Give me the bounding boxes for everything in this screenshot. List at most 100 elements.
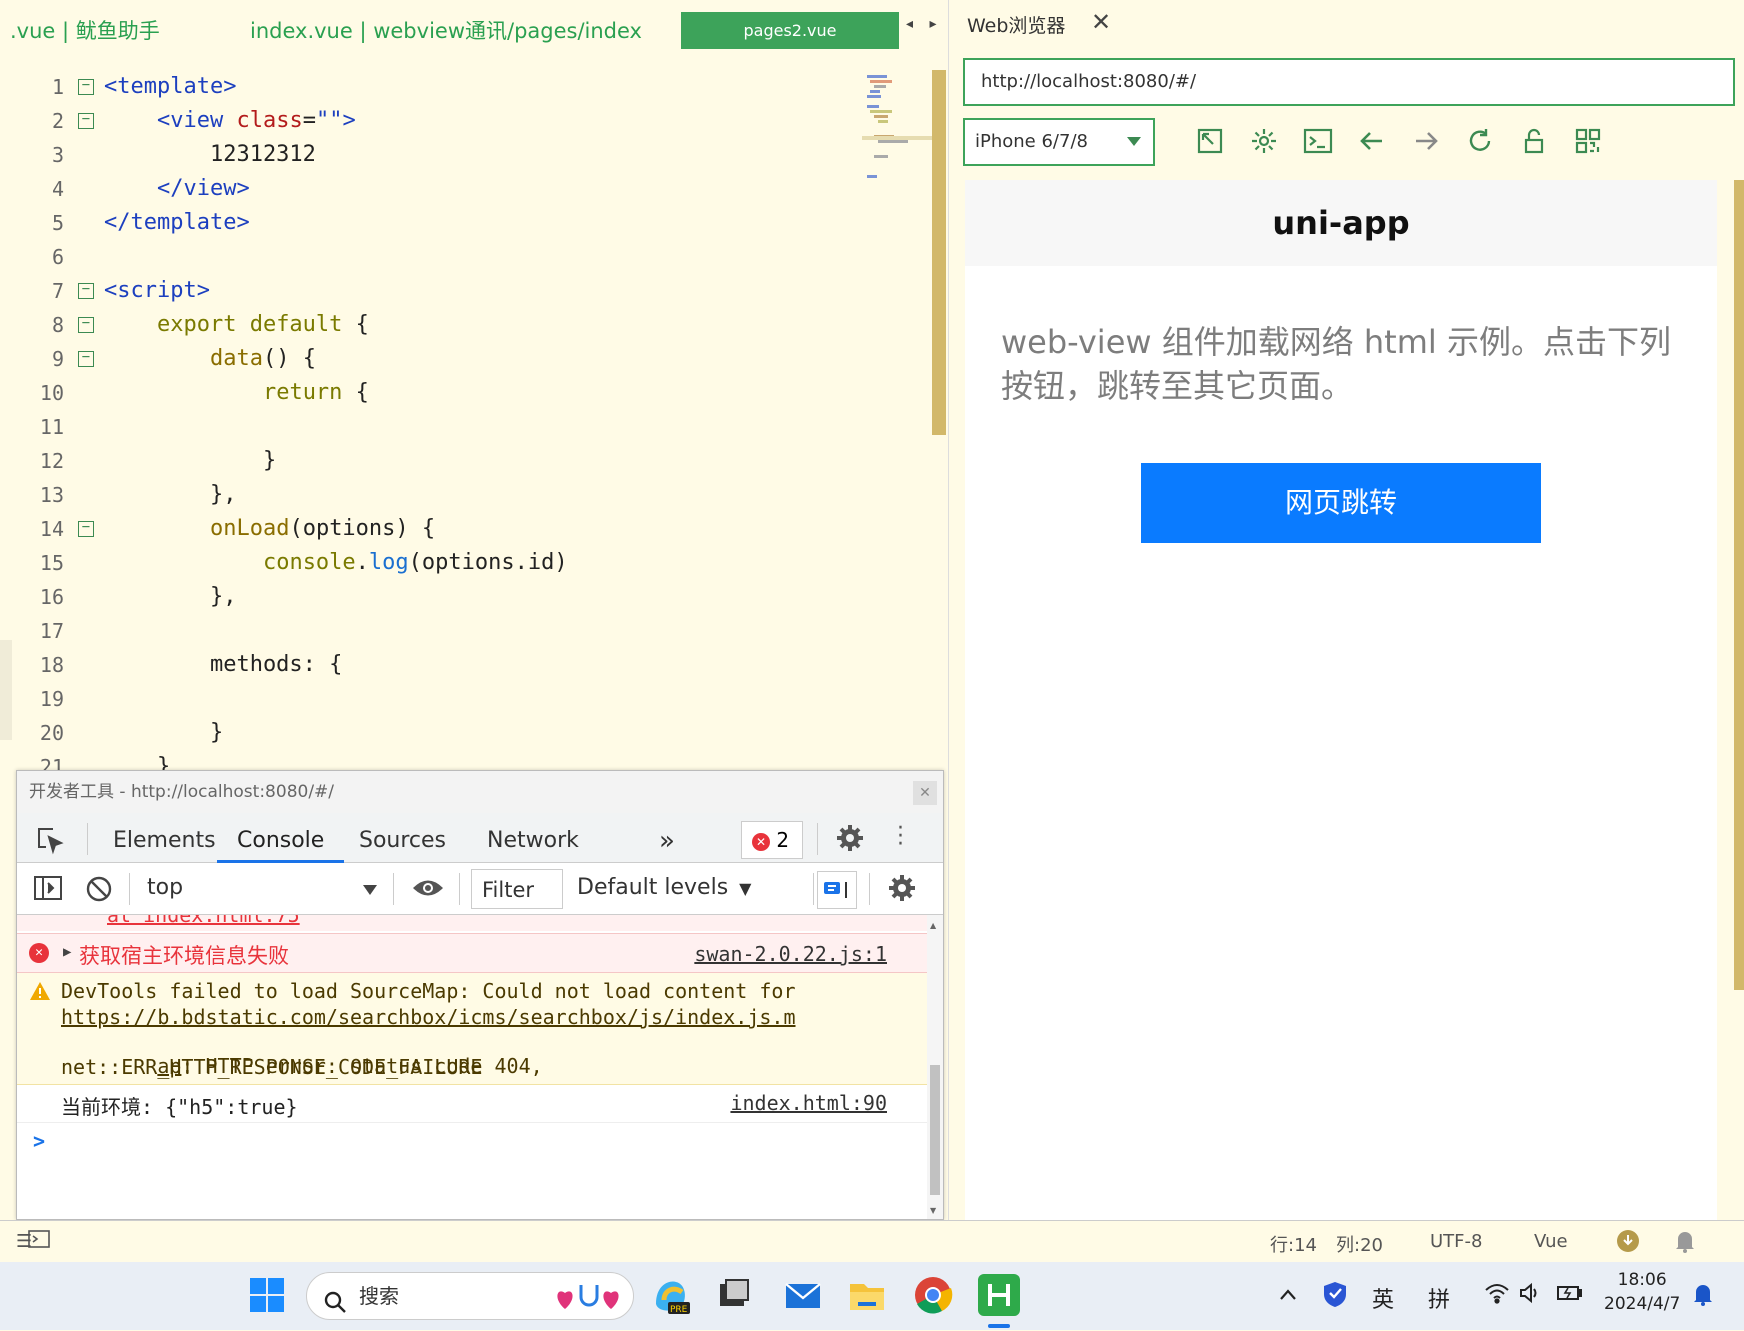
inspect-element-icon[interactable] xyxy=(35,825,65,859)
code-line[interactable]: 18 methods: { xyxy=(0,648,860,682)
code-line[interactable]: 17 xyxy=(0,614,860,648)
clock[interactable]: 18:06 2024/4/7 xyxy=(1604,1268,1680,1316)
tab-scroll-arrows[interactable]: ◂ ▸ xyxy=(906,16,943,32)
copilot-icon[interactable]: PRE xyxy=(650,1274,692,1316)
download-icon[interactable] xyxy=(1616,1229,1640,1258)
error-count-badge[interactable]: ✕ 2 xyxy=(741,821,803,859)
browser-tab-title[interactable]: Web浏览器 xyxy=(967,6,1065,46)
console-log[interactable]: at index.html:75 ✕ ▶ 获取宿主环境信息失败 swan-2.0… xyxy=(17,915,927,1219)
chrome-icon[interactable] xyxy=(912,1274,954,1316)
tray-chevron-up-icon[interactable] xyxy=(1278,1284,1298,1309)
log-error-source[interactable]: swan-2.0.22.js:1 xyxy=(694,942,887,966)
code-line[interactable]: 6 xyxy=(0,240,860,274)
fold-toggle-icon[interactable]: − xyxy=(78,282,94,299)
close-icon[interactable]: ✕ xyxy=(1091,8,1111,36)
mail-icon[interactable] xyxy=(782,1274,824,1316)
code-line[interactable]: 8− export default { xyxy=(0,308,860,342)
log-levels-select[interactable]: Default levels ▼ xyxy=(577,875,751,900)
security-shield-icon[interactable] xyxy=(1322,1280,1348,1314)
file-explorer-icon[interactable] xyxy=(846,1274,888,1316)
filter-input[interactable]: Filter xyxy=(471,869,563,909)
task-view-icon[interactable] xyxy=(712,1274,754,1316)
battery-icon[interactable] xyxy=(1556,1282,1584,1310)
code-area[interactable]: 1− <template> 2− <view class=""> 3 12312312… xyxy=(0,70,860,770)
code-line[interactable]: 15 console.log(options.id) xyxy=(0,546,860,580)
fold-toggle-icon[interactable]: − xyxy=(78,112,94,129)
windows-start-icon[interactable] xyxy=(246,1274,288,1316)
forward-arrow-icon[interactable] xyxy=(1409,124,1443,158)
log-info-source[interactable]: index.html:90 xyxy=(730,1091,887,1115)
tab-elements[interactable]: Elements xyxy=(113,813,216,863)
code-line[interactable]: 13 }, xyxy=(0,478,860,512)
code-line[interactable]: 2− <view class=""> xyxy=(0,104,860,138)
close-icon[interactable]: ✕ xyxy=(913,781,937,805)
notification-bell-icon[interactable] xyxy=(1692,1282,1714,1312)
language-mode[interactable]: Vue xyxy=(1534,1231,1568,1252)
eye-icon[interactable] xyxy=(411,877,445,903)
code-token: }, xyxy=(104,482,237,507)
log-stack-line[interactable]: at index.html:75 xyxy=(17,915,927,931)
volume-icon[interactable] xyxy=(1518,1282,1542,1310)
sidebar-toggle-icon[interactable] xyxy=(33,875,63,905)
gear-icon[interactable] xyxy=(1247,124,1281,158)
webpage-jump-button[interactable]: 网页跳转 xyxy=(1141,463,1541,543)
code-line[interactable]: 14− onLoad(options) { xyxy=(0,512,860,546)
code-line[interactable]: 21 } xyxy=(0,750,860,770)
code-line[interactable]: 7− <script> xyxy=(0,274,860,308)
log-warning-link[interactable]: https://b.bdstatic.com/searchbox/icms/se… xyxy=(61,1005,796,1029)
hbuilderx-icon[interactable] xyxy=(978,1274,1020,1316)
wifi-icon[interactable] xyxy=(1484,1282,1510,1310)
code-line[interactable]: 16 }, xyxy=(0,580,860,614)
code-line[interactable]: 3 12312312 xyxy=(0,138,860,172)
taskbar-search[interactable]: 搜索 xyxy=(306,1272,634,1320)
ime-mode[interactable]: 英 xyxy=(1372,1282,1394,1314)
code-line[interactable]: 5 </template> xyxy=(0,206,860,240)
fold-toggle-icon[interactable]: − xyxy=(78,78,94,95)
editor-tab[interactable]: .vue | 鱿鱼助手 xyxy=(10,0,160,50)
log-warning-line1: DevTools failed to load SourceMap: Could… xyxy=(61,979,796,1003)
back-arrow-icon[interactable] xyxy=(1355,124,1389,158)
code-line[interactable]: 1− <template> xyxy=(0,70,860,104)
code-line[interactable]: 9− data() { xyxy=(0,342,860,376)
gear-icon[interactable] xyxy=(887,873,917,907)
expand-triangle-icon[interactable]: ▶ xyxy=(63,944,71,960)
terminal-icon[interactable] xyxy=(28,1229,50,1254)
encoding[interactable]: UTF-8 xyxy=(1430,1231,1482,1252)
fold-toggle-icon[interactable]: − xyxy=(78,316,94,333)
context-select[interactable]: top xyxy=(147,875,183,900)
code-line[interactable]: 10 return { xyxy=(0,376,860,410)
editor-scrollbar[interactable] xyxy=(932,70,946,435)
clear-console-icon[interactable] xyxy=(85,875,113,907)
refresh-icon[interactable] xyxy=(1463,124,1497,158)
browser-scrollbar[interactable] xyxy=(1734,180,1744,990)
more-tabs-icon[interactable]: » xyxy=(659,813,675,863)
code-line[interactable]: 11 xyxy=(0,410,860,444)
terminal-icon[interactable] xyxy=(1301,124,1335,158)
log-error-row: ✕ ▶ 获取宿主环境信息失败 swan-2.0.22.js:1 xyxy=(17,933,927,973)
code-line[interactable]: 20 } xyxy=(0,716,860,750)
tab-network[interactable]: Network xyxy=(487,813,579,863)
tab-console[interactable]: Console xyxy=(217,813,345,863)
qr-code-icon[interactable] xyxy=(1571,124,1605,158)
unlock-icon[interactable] xyxy=(1517,124,1551,158)
rotate-icon[interactable] xyxy=(1193,124,1227,158)
editor-tab[interactable]: index.vue | webview通讯/pages/index xyxy=(250,0,642,50)
minimap[interactable] xyxy=(862,70,932,210)
fold-toggle-icon[interactable]: − xyxy=(78,350,94,367)
gear-icon[interactable] xyxy=(835,823,865,857)
bell-icon[interactable] xyxy=(1674,1229,1696,1258)
issues-icon[interactable] xyxy=(817,871,857,909)
tab-sources[interactable]: Sources xyxy=(359,813,446,863)
console-scrollbar[interactable]: ▲ ▼ xyxy=(927,915,943,1219)
console-prompt[interactable]: > xyxy=(17,1125,927,1159)
code-line[interactable]: 19 xyxy=(0,682,860,716)
more-vertical-icon[interactable]: · · · xyxy=(897,818,904,856)
line-number: 11 xyxy=(39,415,64,439)
editor-tab-active[interactable]: pages2.vue xyxy=(681,12,899,49)
code-line[interactable]: 4 </view> xyxy=(0,172,860,206)
ime-pinyin[interactable]: 拼 xyxy=(1428,1282,1450,1314)
fold-toggle-icon[interactable]: − xyxy=(78,520,94,537)
code-line[interactable]: 12 } xyxy=(0,444,860,478)
url-input[interactable]: http://localhost:8080/#/ xyxy=(963,58,1735,106)
device-select[interactable]: iPhone 6/7/8 xyxy=(963,118,1155,166)
